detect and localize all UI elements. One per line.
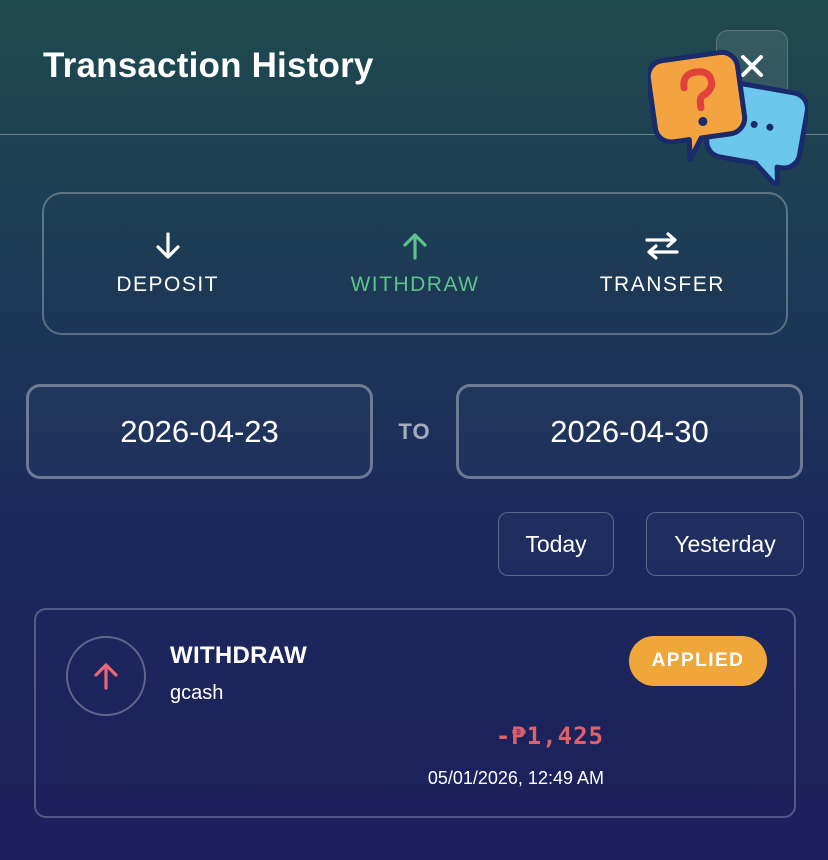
tab-transfer-label: TRANSFER bbox=[599, 272, 725, 296]
tab-withdraw[interactable]: WITHDRAW bbox=[291, 194, 538, 333]
transaction-type: WITHDRAW bbox=[170, 642, 308, 669]
tab-withdraw-label: WITHDRAW bbox=[350, 272, 480, 296]
tab-transfer[interactable]: TRANSFER bbox=[539, 194, 786, 333]
transaction-datetime: 05/01/2026, 12:49 AM bbox=[427, 768, 604, 788]
yesterday-button[interactable]: Yesterday bbox=[646, 512, 804, 576]
tab-deposit-label: DEPOSIT bbox=[116, 272, 219, 296]
end-date-field[interactable]: 2026-04-30 bbox=[456, 384, 803, 479]
transaction-card[interactable]: WITHDRAW gcash APPLIED -₱1,425 05/01/202… bbox=[34, 608, 796, 818]
start-date-field[interactable]: 2026-04-23 bbox=[26, 384, 373, 479]
tab-deposit[interactable]: DEPOSIT bbox=[44, 194, 291, 333]
arrow-up-icon bbox=[94, 663, 118, 690]
status-badge: APPLIED bbox=[629, 636, 767, 686]
transaction-type-badge bbox=[66, 636, 146, 716]
transaction-amount: -₱1,425 bbox=[495, 722, 604, 750]
transaction-method: gcash bbox=[170, 682, 224, 704]
chat-help-button[interactable] bbox=[645, 46, 810, 190]
arrow-up-icon bbox=[403, 232, 427, 260]
date-range-separator: TO bbox=[398, 418, 431, 444]
today-button[interactable]: Today bbox=[498, 512, 614, 576]
page-title: Transaction History bbox=[43, 46, 374, 85]
arrow-down-icon bbox=[156, 231, 180, 259]
swap-arrows-icon bbox=[645, 231, 679, 260]
chat-help-icon bbox=[645, 49, 810, 190]
transaction-type-tabs: DEPOSIT WITHDRAW TRANSFER bbox=[42, 192, 788, 335]
